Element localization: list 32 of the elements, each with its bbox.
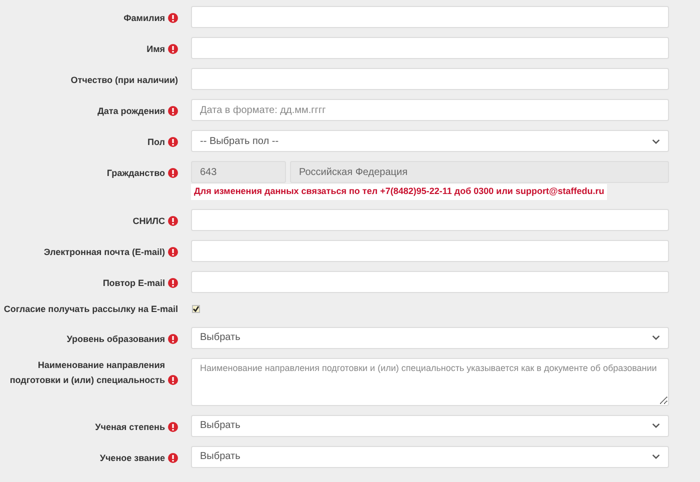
text-field[interactable] — [191, 208, 669, 230]
text-field[interactable] — [191, 6, 669, 28]
text-field[interactable] — [191, 270, 669, 292]
field-label: Гражданство — [106, 167, 165, 180]
field-label: Уровень образования — [66, 332, 165, 346]
field-label: Пол — [148, 136, 165, 149]
field-label: Электронная почта (E-mail) — [44, 246, 165, 259]
notice-text: Для изменения данных связаться по тел +7(8482)95-22-11 доб 0300 или support@staffedu.ru — [191, 184, 608, 200]
field-label: Дата рождения — [97, 105, 165, 118]
dropdown[interactable]: Выбрать — [191, 414, 669, 436]
field-label: Отчество (при наличии) — [70, 74, 178, 87]
text-field[interactable] — [191, 240, 669, 262]
field-label: Наименование направления подготовки и (или) специальность — [8, 358, 165, 387]
checkbox[interactable] — [192, 304, 200, 312]
text-area[interactable]: Наименование направления подготовки и (или) специальность указывается как в документе об образовании — [191, 358, 669, 406]
chevron-icon — [652, 454, 660, 459]
text-field[interactable]: Дата в формате: дд.мм.гггг — [191, 99, 669, 121]
text-field[interactable] — [191, 68, 669, 90]
dropdown[interactable]: -- Выбрать пол -- — [191, 130, 669, 152]
field-label: Ученая степень — [95, 420, 165, 434]
field-label: Согласие получать рассылку на E-mail — [4, 302, 178, 316]
field-label: Имя — [146, 43, 165, 56]
dropdown[interactable]: Выбрать — [191, 326, 669, 348]
field-label: Ученое звание — [100, 452, 165, 464]
chevron-icon — [652, 335, 660, 340]
field-label: Фамилия — [124, 12, 165, 25]
field-label: Повтор E-mail — [102, 276, 165, 290]
text-field[interactable] — [191, 37, 669, 59]
dropdown[interactable]: Выбрать — [191, 446, 669, 468]
field-label: СНИЛС — [132, 214, 165, 228]
chevron-icon — [652, 423, 660, 428]
chevron-icon — [652, 138, 660, 144]
